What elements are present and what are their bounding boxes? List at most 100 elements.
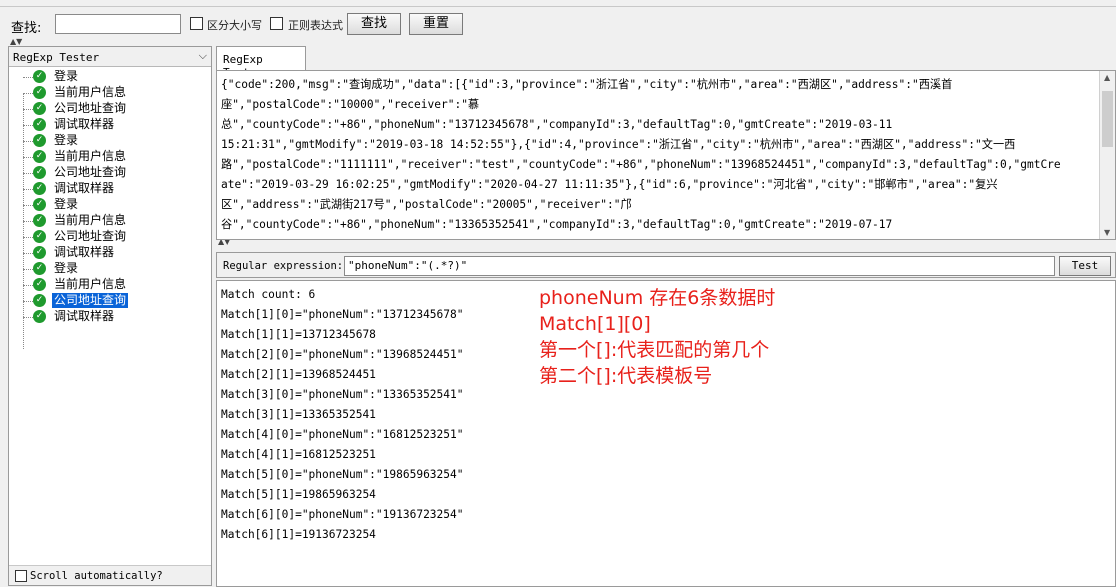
tree-item-label: 公司地址查询 <box>54 101 127 115</box>
tree-item[interactable]: ✓ 当前用户信息 <box>9 213 211 229</box>
success-check-icon: ✓ <box>33 166 46 179</box>
match-result-line: Match count: 6 <box>221 288 316 301</box>
regex-row: Regular expression: "phoneNum":"(.*?)" T… <box>216 252 1116 278</box>
tree-connector <box>23 141 33 142</box>
tree-connector <box>23 253 33 254</box>
success-check-icon: ✓ <box>33 182 46 195</box>
match-result-line: Match[3][0]="phoneNum":"13365352541" <box>221 388 464 401</box>
tree-connector <box>23 301 33 302</box>
match-results[interactable]: Match count: 6 Match[1][0]="phoneNum":"13… <box>216 280 1116 587</box>
match-result-line: Match[6][0]="phoneNum":"19136723254" <box>221 508 464 521</box>
test-button[interactable]: Test <box>1059 256 1111 276</box>
annotation-line: phoneNum 存在6条数据时 <box>539 287 776 309</box>
match-result-line: Match[4][1]=16812523251 <box>221 448 376 461</box>
match-results-lines: Match count: 6 Match[1][0]="phoneNum":"13… <box>221 287 463 547</box>
annotation-line: 第二个[]:代表模板号 <box>539 365 713 387</box>
match-result-line: Match[4][0]="phoneNum":"16812523251" <box>221 428 464 441</box>
tree-item-label: 公司地址查询 <box>54 165 127 179</box>
tree-item[interactable]: ✓ 当前用户信息 <box>9 85 211 101</box>
tree-item[interactable]: ✓ 当前用户信息 <box>9 149 211 165</box>
tree-item-label: 登录 <box>54 133 79 147</box>
scroll-up-icon[interactable]: ▲ <box>1104 73 1110 82</box>
response-line: 谷","countyCode":"+86","phoneNum":"133653… <box>221 218 893 231</box>
tree-item[interactable]: ✓ 公司地址查询 <box>9 229 211 245</box>
scroll-automatically-checkbox[interactable] <box>15 570 27 582</box>
regex-checkbox[interactable] <box>270 17 283 30</box>
tree-item-label: 当前用户信息 <box>54 213 127 227</box>
case-sensitive-checkbox[interactable] <box>190 17 203 30</box>
tree-connector <box>23 189 33 190</box>
annotation-note: phoneNum 存在6条数据时 Match[1][0] 第一个[]:代表匹配的第几… <box>539 285 775 389</box>
tree-connector <box>23 173 33 174</box>
search-toolbar: 查找: 区分大小写 正则表达式 查找 重置 <box>0 6 1116 40</box>
scroll-down-icon[interactable]: ▼ <box>1104 228 1110 237</box>
regexp-tester-panel: RegExp Tester {"code":200,"msg":"查询成功","… <box>216 46 1116 587</box>
success-check-icon: ✓ <box>33 150 46 163</box>
success-check-icon: ✓ <box>33 262 46 275</box>
tree-connector <box>23 93 33 94</box>
find-button[interactable]: 查找 <box>347 13 401 35</box>
success-check-icon: ✓ <box>33 118 46 131</box>
tree-connector <box>23 285 33 286</box>
tree-item[interactable]: ✓ 公司地址查询 <box>9 101 211 117</box>
tree-item[interactable]: ✓ 调试取样器 <box>9 309 211 325</box>
scrollbar-thumb[interactable] <box>1102 91 1113 147</box>
renderer-dropdown-value: RegExp Tester <box>13 51 100 64</box>
match-result-line: Match[5][1]=19865963254 <box>221 488 376 501</box>
jmeter-window: 查找: 区分大小写 正则表达式 查找 重置 ▲▼ ▲▼ RegExp Teste… <box>0 0 1116 587</box>
annotation-line: Match[1][0] <box>539 313 651 335</box>
tree-item-label: 调试取样器 <box>54 117 115 131</box>
tree-item[interactable]: ✓ 登录 <box>9 69 211 85</box>
success-check-icon: ✓ <box>33 86 46 99</box>
tree-connector <box>23 77 33 78</box>
response-line: 总","countyCode":"+86","phoneNum":"137123… <box>221 118 893 131</box>
vertical-scrollbar[interactable]: ▲ ▼ <box>1099 71 1115 239</box>
regex-input[interactable]: "phoneNum":"(.*?)" <box>344 256 1055 276</box>
tree-item[interactable]: ✓ 登录 <box>9 133 211 149</box>
tree-connector <box>23 237 33 238</box>
tree-item[interactable]: ✓ 公司地址查询 <box>9 165 211 181</box>
match-result-line: Match[1][1]=13712345678 <box>221 328 376 341</box>
collapse-up-icon[interactable]: ▲▼ <box>10 38 22 46</box>
tree-item-label: 公司地址查询 <box>52 293 129 308</box>
success-check-icon: ✓ <box>33 70 46 83</box>
tree-connector <box>23 317 33 318</box>
tree-connector <box>23 205 33 206</box>
tree-item[interactable]: ✓ 调试取样器 <box>9 181 211 197</box>
success-check-icon: ✓ <box>33 310 46 323</box>
tree-connector <box>23 157 33 158</box>
response-line: 区","address":"武湖街217号","postalCode":"200… <box>221 198 632 211</box>
match-result-line: Match[2][0]="phoneNum":"13968524451" <box>221 348 464 361</box>
tree-item-label: 登录 <box>54 261 79 275</box>
response-line: ate":"2019-03-29 16:02:25","gmtModify":"… <box>221 178 998 191</box>
tree-item[interactable]: ✓ 公司地址查询 <box>9 293 211 309</box>
tree-connector <box>23 125 33 126</box>
tab-regexp-tester[interactable]: RegExp Tester <box>216 46 306 79</box>
tree-connector <box>23 269 33 270</box>
tree-item[interactable]: ✓ 登录 <box>9 261 211 277</box>
match-result-line: Match[5][0]="phoneNum":"19865963254" <box>221 468 464 481</box>
reset-button[interactable]: 重置 <box>409 13 463 35</box>
tree-connector <box>23 109 33 110</box>
tree-item-label: 当前用户信息 <box>54 277 127 291</box>
case-sensitive-label: 区分大小写 <box>207 19 262 32</box>
tree-item[interactable]: ✓ 当前用户信息 <box>9 277 211 293</box>
find-input[interactable] <box>55 14 181 34</box>
tree-item[interactable]: ✓ 调试取样器 <box>9 117 211 133</box>
response-line: {"code":200,"msg":"查询成功","data":[{"id":3… <box>221 78 953 91</box>
tree-item[interactable]: ✓ 登录 <box>9 197 211 213</box>
sampler-tree: ✓ 登录 ✓ 当前用户信息 ✓ 公司地址查询 ✓ 调试取样器 ✓ 登录 ✓ 当前用户信息 ✓ 公司地址查询… <box>9 69 211 349</box>
success-check-icon: ✓ <box>33 294 46 307</box>
tree-item[interactable]: ✓ 调试取样器 <box>9 245 211 261</box>
tree-item-label: 登录 <box>54 197 79 211</box>
annotation-line: 第一个[]:代表匹配的第几个 <box>539 339 770 361</box>
chevron-down-icon[interactable]: ⌵ <box>199 49 207 63</box>
success-check-icon: ✓ <box>33 102 46 115</box>
success-check-icon: ✓ <box>33 134 46 147</box>
match-result-line: Match[2][1]=13968524451 <box>221 368 376 381</box>
response-body[interactable]: {"code":200,"msg":"查询成功","data":[{"id":3… <box>216 70 1116 240</box>
scroll-auto-row: Scroll automatically? <box>9 565 211 585</box>
renderer-dropdown[interactable]: RegExp Tester ⌵ <box>9 47 211 67</box>
match-result-line: Match[3][1]=13365352541 <box>221 408 376 421</box>
tree-item-label: 当前用户信息 <box>54 149 127 163</box>
